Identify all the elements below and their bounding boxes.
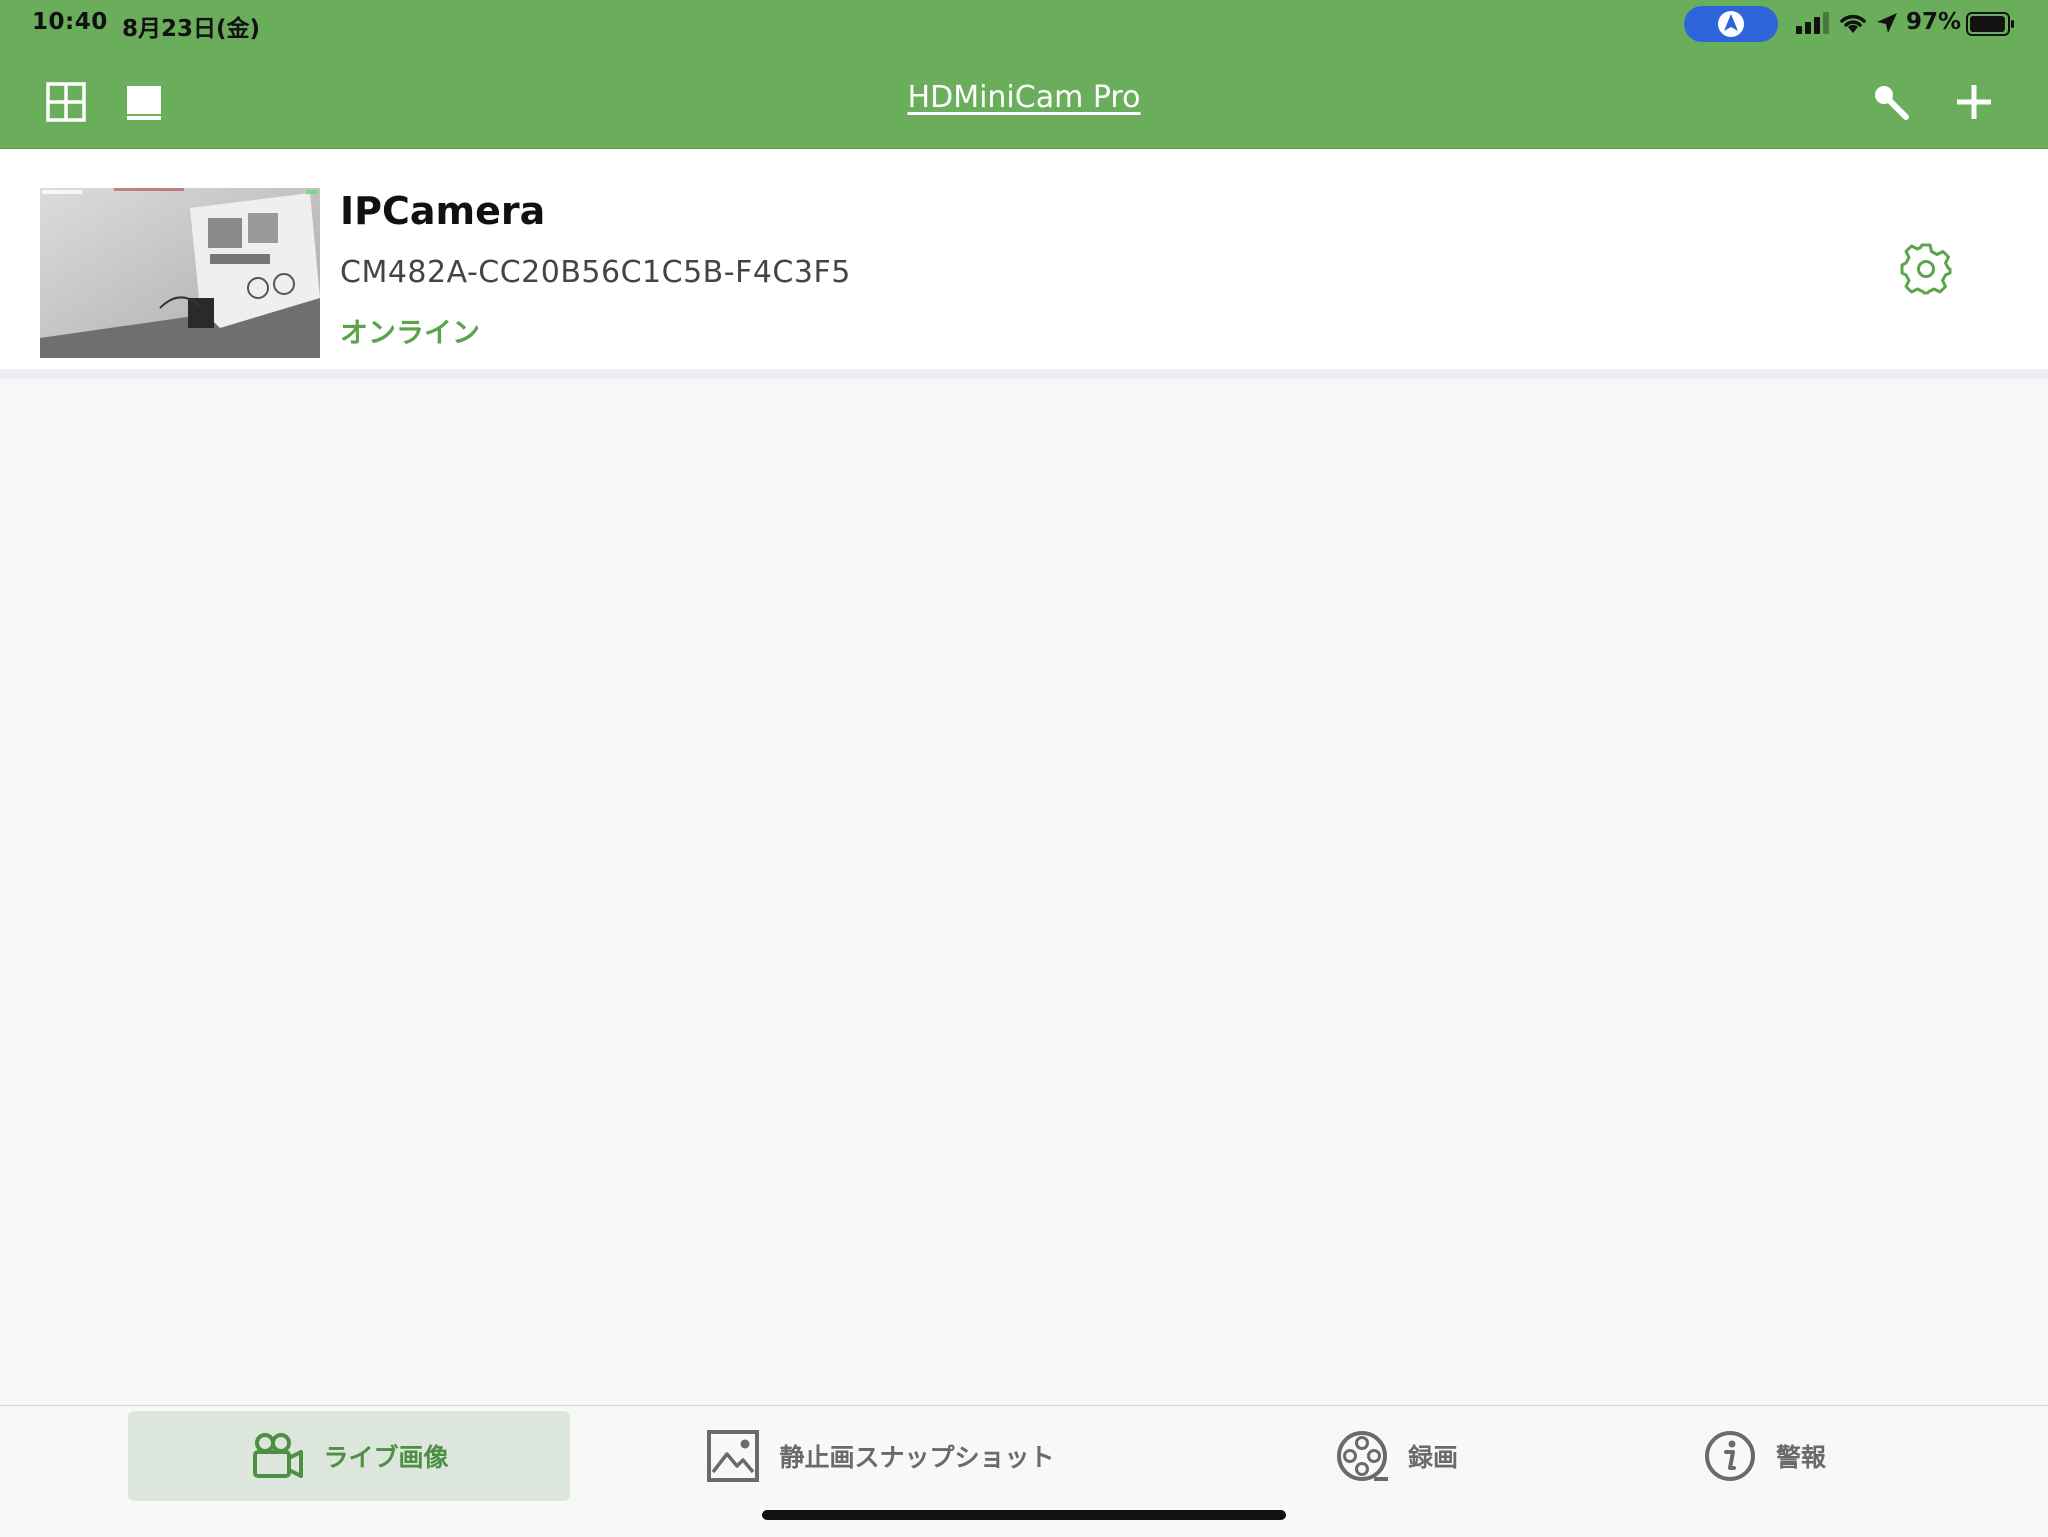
home-indicator[interactable] bbox=[762, 1510, 1286, 1520]
tab-alerts[interactable]: 警報 bbox=[1674, 1411, 1854, 1501]
search-icon[interactable] bbox=[1868, 80, 1912, 124]
camera-row[interactable]: IPCamera CM482A-CC20B56C1C5B-F4C3F5 オンライ… bbox=[0, 149, 2048, 369]
tab-label: ライブ画像 bbox=[323, 1443, 449, 1472]
battery-percentage: 97% bbox=[1906, 9, 1962, 35]
app-title[interactable]: HDMiniCam Pro bbox=[0, 80, 2048, 115]
camera-list: IPCamera CM482A-CC20B56C1C5B-F4C3F5 オンライ… bbox=[0, 149, 2048, 369]
app-header: 10:40 8月23日(金) 97% HDMiniCam Pro bbox=[0, 0, 2048, 149]
battery-icon bbox=[1966, 12, 2014, 36]
image-icon bbox=[707, 1430, 760, 1482]
camera-thumbnail[interactable] bbox=[40, 188, 320, 358]
film-reel-icon bbox=[1336, 1431, 1388, 1481]
signal-icon bbox=[1796, 12, 1829, 34]
list-separator bbox=[0, 369, 2048, 379]
gear-icon[interactable] bbox=[1898, 241, 1954, 297]
video-camera-icon bbox=[253, 1433, 304, 1478]
tab-live-view[interactable]: ライブ画像 bbox=[128, 1411, 570, 1501]
camera-uid: CM482A-CC20B56C1C5B-F4C3F5 bbox=[340, 255, 851, 290]
tab-recordings[interactable]: 録画 bbox=[1296, 1411, 1496, 1501]
status-date: 8月23日(金) bbox=[122, 16, 261, 42]
status-bar: 10:40 8月23日(金) 97% bbox=[0, 0, 2048, 48]
info-icon bbox=[1704, 1431, 1755, 1481]
navigation-pill-icon bbox=[1684, 6, 1778, 42]
status-time: 10:40 bbox=[32, 9, 108, 35]
tab-label: 録画 bbox=[1407, 1443, 1458, 1472]
camera-status: オンライン bbox=[340, 316, 481, 349]
wifi-icon bbox=[1840, 14, 1866, 33]
tab-label: 静止画スナップショット bbox=[779, 1443, 1055, 1472]
add-icon[interactable] bbox=[1952, 80, 1996, 124]
camera-name: IPCamera bbox=[340, 189, 546, 233]
location-arrow-icon bbox=[1877, 13, 1897, 33]
tab-snapshot[interactable]: 静止画スナップショット bbox=[690, 1411, 1070, 1501]
tab-label: 警報 bbox=[1775, 1443, 1826, 1472]
